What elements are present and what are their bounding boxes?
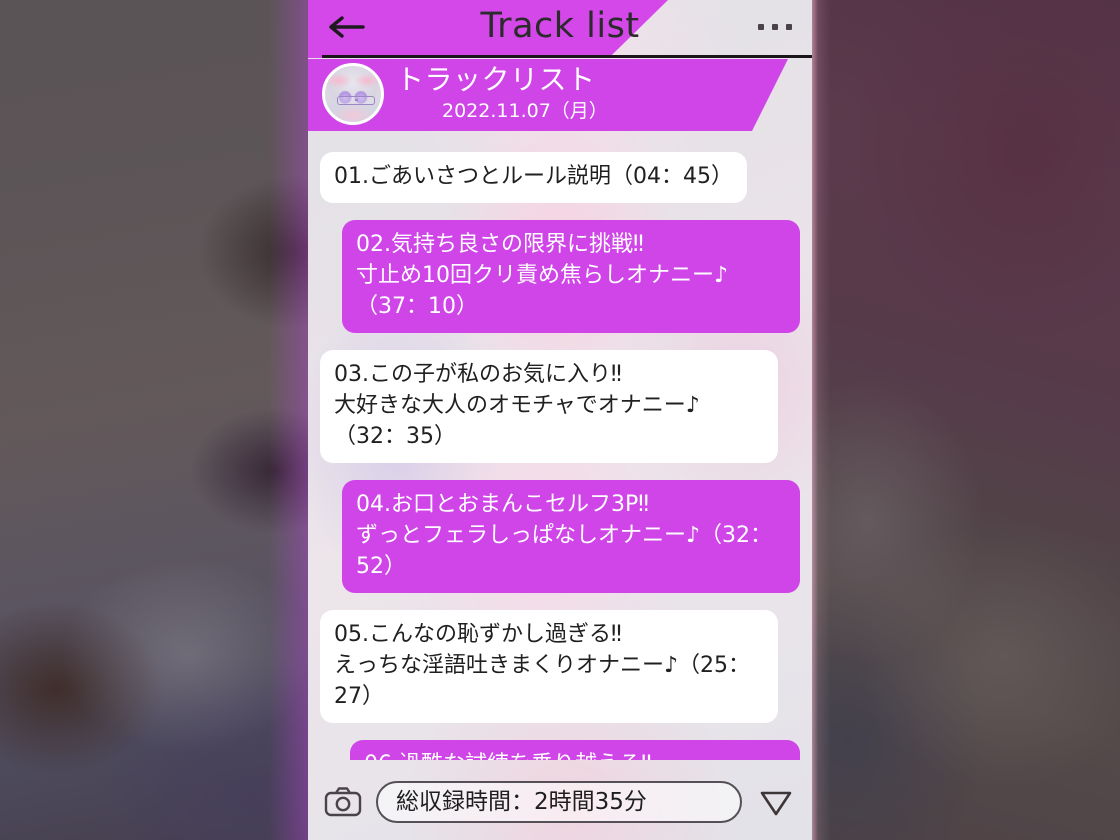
chat-app-panel: Track list トラックリスト 2022.11.07（月） 01.ごあいさ… bbox=[308, 0, 812, 840]
dot-2 bbox=[772, 24, 778, 30]
message-bubble[interactable]: 01.ごあいさつとルール説明（04：45） bbox=[320, 152, 747, 203]
page-title: Track list bbox=[480, 6, 640, 46]
conversation-header: トラックリスト 2022.11.07（月） bbox=[308, 59, 812, 131]
screenshot-stage: Track list トラックリスト 2022.11.07（月） 01.ごあいさ… bbox=[0, 0, 1120, 840]
more-options-icon[interactable] bbox=[758, 14, 792, 40]
message-bubble[interactable]: 02.気持ち良さの限界に挑戦‼ 寸止め10回クリ責め焦らしオナニー♪（37：10… bbox=[342, 220, 800, 333]
message-bubble[interactable]: 04.お口とおまんこセルフ3P‼ ずっとフェラしっぱなしオナニー♪（32：52） bbox=[342, 480, 800, 593]
send-triangle-icon[interactable] bbox=[756, 785, 796, 819]
header-divider bbox=[322, 55, 812, 58]
message-row: 04.お口とおまんこセルフ3P‼ ずっとフェラしっぱなしオナニー♪（32：52） bbox=[320, 480, 800, 593]
message-bubble[interactable]: 03.この子が私のお気に入り‼ 大好きな大人のオモチャでオナニー♪（32：35） bbox=[320, 350, 778, 463]
message-input[interactable]: 総収録時間：2時間35分 bbox=[376, 781, 742, 823]
message-row: 03.この子が私のお気に入り‼ 大好きな大人のオモチャでオナニー♪（32：35） bbox=[320, 350, 800, 463]
message-bubble[interactable]: 05.こんなの恥ずかし過ぎる‼ えっちな淫語吐きまくりオナニー♪（25：27） bbox=[320, 610, 778, 723]
message-bubble[interactable]: 06.過酷な試練を乗り越えろ‼ 筋トレ直後に激しいオナニー♪（18：25） bbox=[349, 740, 800, 760]
camera-icon[interactable] bbox=[324, 785, 362, 819]
message-input-value: 総収録時間：2時間35分 bbox=[396, 789, 647, 815]
dot-3 bbox=[786, 24, 792, 30]
app-header: Track list bbox=[308, 0, 812, 58]
glasses-icon bbox=[337, 96, 375, 105]
message-list[interactable]: 01.ごあいさつとルール説明（04：45） 02.気持ち良さの限界に挑戦‼ 寸止め… bbox=[308, 134, 812, 760]
conversation-date: 2022.11.07（月） bbox=[442, 100, 608, 122]
backdrop-right bbox=[812, 0, 1120, 840]
message-row: 02.気持ち良さの限界に挑戦‼ 寸止め10回クリ責め焦らしオナニー♪（37：10… bbox=[320, 220, 800, 333]
backdrop-left bbox=[0, 0, 312, 840]
dot-1 bbox=[758, 24, 764, 30]
conversation-name: トラックリスト bbox=[396, 63, 596, 96]
message-row: 06.過酷な試練を乗り越えろ‼ 筋トレ直後に激しいオナニー♪（18：25） bbox=[320, 740, 800, 760]
message-composer: 総収録時間：2時間35分 bbox=[308, 764, 812, 840]
message-row: 01.ごあいさつとルール説明（04：45） bbox=[320, 152, 800, 203]
message-row: 05.こんなの恥ずかし過ぎる‼ えっちな淫語吐きまくりオナニー♪（25：27） bbox=[320, 610, 800, 723]
avatar[interactable] bbox=[322, 63, 384, 125]
